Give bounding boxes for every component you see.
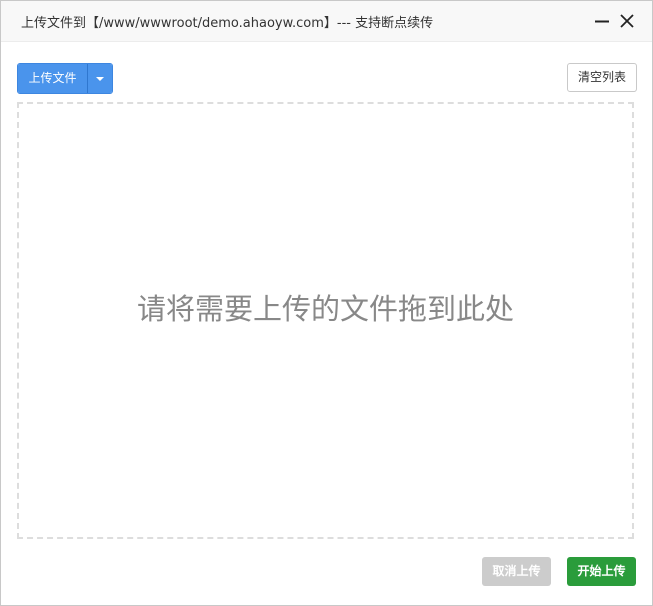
close-button[interactable] [617, 11, 637, 31]
upload-dialog: 上传文件到【/www/wwwroot/demo.ahaoyw.com】--- 支… [0, 0, 653, 606]
dialog-title: 上传文件到【/www/wwwroot/demo.ahaoyw.com】--- 支… [21, 16, 434, 31]
upload-file-button[interactable]: 上传文件 [18, 64, 88, 93]
close-icon [620, 14, 634, 28]
minimize-button[interactable] [592, 11, 612, 31]
drop-hint-text: 请将需要上传的文件拖到此处 [136, 292, 514, 326]
file-drop-zone[interactable]: 请将需要上传的文件拖到此处 [17, 102, 634, 539]
cancel-upload-button[interactable]: 取消上传 [482, 557, 551, 586]
upload-button-group: 上传文件 [17, 63, 113, 94]
caret-down-icon [96, 77, 104, 81]
upload-dropdown-button[interactable] [88, 64, 112, 93]
title-bar: 上传文件到【/www/wwwroot/demo.ahaoyw.com】--- 支… [1, 1, 652, 42]
start-upload-button[interactable]: 开始上传 [567, 557, 636, 586]
clear-list-button[interactable]: 清空列表 [567, 63, 637, 92]
minimize-icon [595, 20, 609, 23]
